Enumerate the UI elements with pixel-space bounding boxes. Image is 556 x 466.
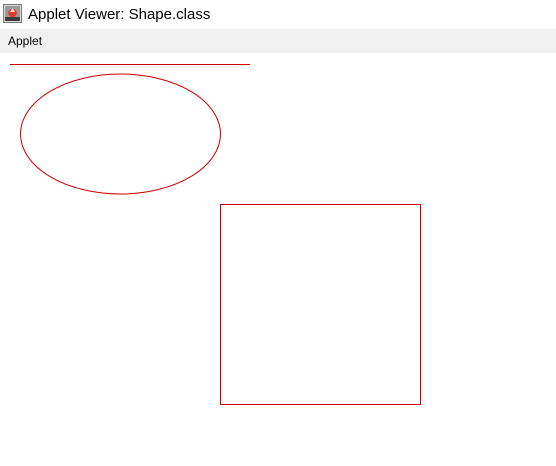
window-title: Applet Viewer: Shape.class	[28, 6, 211, 23]
applet-drawing	[10, 64, 421, 405]
drawn-rectangle	[220, 204, 421, 405]
menu-bar: Applet	[0, 29, 556, 53]
menu-applet[interactable]: Applet	[3, 29, 47, 53]
title-bar: Applet Viewer: Shape.class	[0, 0, 556, 29]
drawn-oval	[20, 73, 221, 195]
java-applet-icon	[3, 4, 22, 23]
applet-viewer-window: Applet Viewer: Shape.class Applet	[0, 0, 556, 466]
applet-canvas	[0, 53, 556, 466]
